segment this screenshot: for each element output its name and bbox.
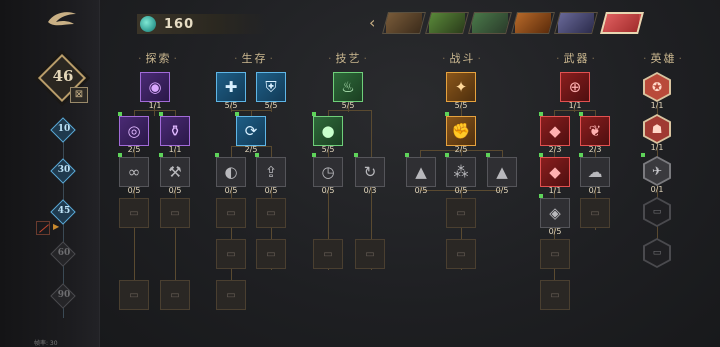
- combat-strike-count: 5/5: [454, 101, 468, 110]
- weapon-gem-node[interactable]: ◈: [540, 198, 570, 228]
- weapon-crystal-node[interactable]: ◆: [540, 157, 570, 187]
- survive-regen-count: 2/5: [244, 145, 258, 154]
- explore-locked-node[interactable]: ▭: [119, 280, 149, 310]
- combat-ammo-node[interactable]: ⁂: [446, 157, 476, 187]
- weapon-locked-node[interactable]: ▭: [540, 280, 570, 310]
- weapon-gem-count: 0/5: [548, 227, 562, 236]
- character-tab-goggles[interactable]: [468, 12, 512, 34]
- milestone-30-label: 30: [57, 165, 71, 175]
- weapon-cloud-count: 0/1: [588, 186, 602, 195]
- current-progress-flag-icon: [36, 221, 50, 235]
- explore-axe-count: 0/5: [168, 186, 182, 195]
- fps-footer: 帧率: 30: [34, 340, 58, 347]
- unlock-indicator: [641, 153, 645, 157]
- combat-bullet-node[interactable]: ▲: [406, 157, 436, 187]
- progress-pointer-icon: ▶: [53, 222, 60, 231]
- combat-shell-node[interactable]: ▲: [487, 157, 517, 187]
- weapon-target-node[interactable]: ⊕: [560, 72, 590, 102]
- explore-axe-node[interactable]: ⚒: [160, 157, 190, 187]
- milestone-90-label: 90: [57, 290, 71, 300]
- explore-vortex-node[interactable]: ◉: [140, 72, 170, 102]
- player-level-text: 46: [52, 67, 74, 85]
- combat-bullet-count: 0/5: [414, 186, 428, 195]
- milestone-60-label: 60: [57, 248, 71, 258]
- skill-timer-count: 0/5: [321, 186, 335, 195]
- survive-locked-node[interactable]: ▭: [256, 198, 286, 228]
- category-survive: 生存: [232, 50, 277, 66]
- weapon-cloud-node[interactable]: ☁: [580, 157, 610, 187]
- weapon-beast-count: 2/3: [588, 145, 602, 154]
- skill-reload-count: 0/3: [363, 186, 377, 195]
- prev-character-icon[interactable]: ‹: [369, 13, 381, 33]
- weapon-beast-node[interactable]: ❦: [580, 116, 610, 146]
- survive-locked-node[interactable]: ▭: [216, 280, 246, 310]
- skill-flame-count: 5/5: [341, 101, 355, 110]
- category-hero: 英雄: [641, 50, 686, 66]
- hero-medal-count: 1/1: [650, 101, 664, 110]
- explore-jar-count: 1/1: [168, 145, 182, 154]
- milestone-10-label: 10: [57, 124, 71, 134]
- survive-heal-node[interactable]: ✚: [216, 72, 246, 102]
- skill-locked-node[interactable]: ▭: [313, 239, 343, 269]
- category-combat: 战斗: [440, 50, 485, 66]
- survive-armor-count: 0/5: [224, 186, 238, 195]
- explore-locked-node[interactable]: ▭: [119, 198, 149, 228]
- weapon-blade-count: 2/3: [548, 145, 562, 154]
- survive-locked-node[interactable]: ▭: [256, 239, 286, 269]
- combat-locked-node[interactable]: ▭: [446, 198, 476, 228]
- explore-link-node[interactable]: ∞: [119, 157, 149, 187]
- weapon-crystal-count: 1/1: [548, 186, 562, 195]
- rank-icon[interactable]: ⊠: [70, 87, 88, 103]
- survive-shield-count: 5/5: [264, 101, 278, 110]
- character-tab-turtle[interactable]: [425, 12, 469, 34]
- character-tab-fox[interactable]: [511, 12, 555, 34]
- weapon-target-count: 1/1: [568, 101, 582, 110]
- survive-regen-node[interactable]: ⟳: [236, 116, 266, 146]
- crystal-icon: [140, 16, 156, 32]
- weapon-locked-node[interactable]: ▭: [540, 239, 570, 269]
- category-weapon: 武器: [554, 50, 599, 66]
- hero-mask-count: 1/1: [650, 143, 664, 152]
- combat-fist-node[interactable]: ✊: [446, 116, 476, 146]
- combat-ammo-count: 0/5: [454, 186, 468, 195]
- combat-fist-count: 2/5: [454, 145, 468, 154]
- currency-bar: [137, 14, 267, 34]
- explore-coin-node[interactable]: ◎: [119, 116, 149, 146]
- survive-armor-node[interactable]: ◐: [216, 157, 246, 187]
- character-tab-red-panda[interactable]: [600, 12, 644, 34]
- hero-boot-count: 0/1: [650, 185, 664, 194]
- skill-flame-node[interactable]: ♨: [333, 72, 363, 102]
- explore-locked-node[interactable]: ▭: [160, 280, 190, 310]
- survive-upgrade-node[interactable]: ⇪: [256, 157, 286, 187]
- survive-locked-node[interactable]: ▭: [216, 239, 246, 269]
- survive-locked-node[interactable]: ▭: [216, 198, 246, 228]
- survive-upgrade-count: 0/5: [264, 186, 278, 195]
- skill-bomb-count: 5/5: [321, 145, 335, 154]
- skill-timer-node[interactable]: ◷: [313, 157, 343, 187]
- character-tab-wolf[interactable]: [554, 12, 598, 34]
- combat-strike-node[interactable]: ✦: [446, 72, 476, 102]
- skill-reload-node[interactable]: ↻: [355, 157, 385, 187]
- category-skill: 技艺: [326, 50, 371, 66]
- survive-heal-count: 5/5: [224, 101, 238, 110]
- explore-locked-node[interactable]: ▭: [160, 198, 190, 228]
- currency-value: 160: [164, 17, 195, 32]
- game-logo: [48, 12, 76, 26]
- survive-shield-node[interactable]: ⛨: [256, 72, 286, 102]
- combat-shell-count: 0/5: [495, 186, 509, 195]
- explore-vortex-count: 1/1: [148, 101, 162, 110]
- weapon-blade-node[interactable]: ◆: [540, 116, 570, 146]
- skill-bomb-node[interactable]: ●: [313, 116, 343, 146]
- combat-locked-node[interactable]: ▭: [446, 239, 476, 269]
- weapon-locked-node[interactable]: ▭: [580, 198, 610, 228]
- skill-locked-node[interactable]: ▭: [355, 239, 385, 269]
- explore-jar-node[interactable]: ⚱: [160, 116, 190, 146]
- category-explore: 探索: [136, 50, 181, 66]
- explore-coin-count: 2/5: [127, 145, 141, 154]
- explore-link-count: 0/5: [127, 186, 141, 195]
- milestone-45-label: 45: [57, 206, 71, 216]
- character-tab-raccoon[interactable]: [382, 12, 426, 34]
